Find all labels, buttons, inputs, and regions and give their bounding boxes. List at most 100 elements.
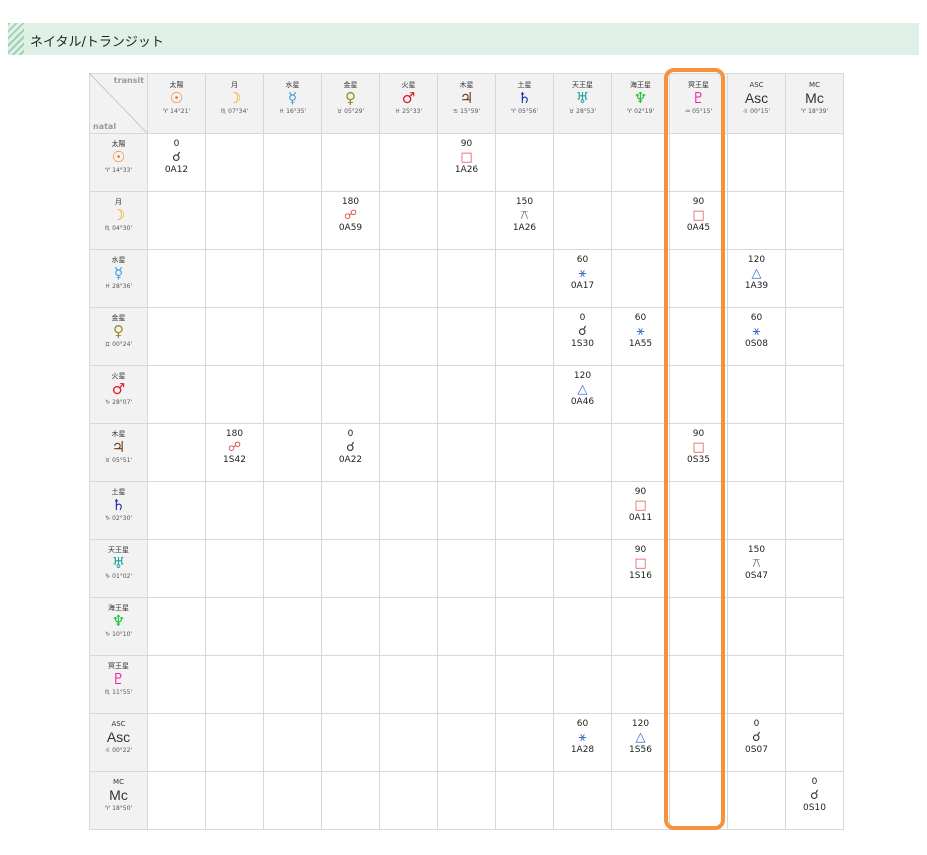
section-header: ネイタル/トランジット xyxy=(8,23,919,55)
transit-planet-symbol-icon: ♀ xyxy=(345,89,356,107)
aspect-cell: 90 □ 1A26 xyxy=(437,133,496,192)
aspect-cell xyxy=(785,423,844,482)
aspect-symbol-icon: □ xyxy=(692,440,705,455)
transit-planet-symbol-icon: ♇ xyxy=(691,89,706,107)
natal-header-5: 木星 ♃ ♉ 05°51' xyxy=(89,423,148,482)
natal-planet-position: ♑ 01°02' xyxy=(104,573,133,580)
aspect-cell xyxy=(147,423,206,482)
aspect-symbol-icon: △ xyxy=(751,266,762,281)
transit-planet-symbol-icon: ♂ xyxy=(401,89,416,107)
aspect-cell xyxy=(263,423,322,482)
aspect-degree: 0 xyxy=(579,313,586,323)
natal-row: 月 ☽ ♏ 04°30' 180 ☍ 0A59 150 ⚻ 1A26 90 □ 0A45 xyxy=(89,191,844,250)
aspect-cell xyxy=(785,539,844,598)
natal-planet-symbol-icon: ♄ xyxy=(111,496,126,514)
aspect-cell xyxy=(553,481,612,540)
aspect-cell xyxy=(611,133,670,192)
natal-row: 火星 ♂ ♑ 28°07' 120 △ 0A46 xyxy=(89,365,844,424)
aspect-cell xyxy=(263,307,322,366)
aspect-cell xyxy=(611,365,670,424)
aspect-cell xyxy=(147,771,206,830)
natal-header-2: 水星 ☿ ♓ 28°36' xyxy=(89,249,148,308)
aspect-cell: 120 △ 1S56 xyxy=(611,713,670,772)
natal-axis-label: natal xyxy=(93,122,117,131)
aspect-orb: 1S30 xyxy=(571,339,594,349)
aspect-cell xyxy=(147,713,206,772)
aspect-cell xyxy=(379,191,438,250)
aspect-cell xyxy=(611,655,670,714)
natal-row: 太陽 ☉ ♈ 14°33' 0 ☌ 0A12 90 □ 1A26 xyxy=(89,133,844,192)
aspect-degree: 0 xyxy=(753,719,760,729)
natal-header-9: 冥王星 ♇ ♏ 11°55' xyxy=(89,655,148,714)
aspect-cell xyxy=(727,423,786,482)
aspect-cell xyxy=(495,307,554,366)
aspect-cell xyxy=(379,307,438,366)
aspect-cell xyxy=(669,133,728,192)
natal-header-6: 土星 ♄ ♑ 02°30' xyxy=(89,481,148,540)
natal-row: MC Mc ♈ 18°50' 0 ☌ 0S10 xyxy=(89,771,844,830)
aspect-cell: 60 ⚹ 1A28 xyxy=(553,713,612,772)
natal-header-3: 金星 ♀ ♊ 00°24' xyxy=(89,307,148,366)
aspect-cell: 0 ☌ 1S30 xyxy=(553,307,612,366)
aspect-cell xyxy=(785,249,844,308)
aspect-cell: 90 □ 1S16 xyxy=(611,539,670,598)
aspect-cell xyxy=(785,307,844,366)
natal-planet-position: ♑ 10°10' xyxy=(104,631,133,638)
aspect-cell: 60 ⚹ 0A17 xyxy=(553,249,612,308)
aspect-cell xyxy=(727,655,786,714)
aspect-cell xyxy=(437,365,496,424)
aspect-cell xyxy=(147,191,206,250)
aspect-cell xyxy=(147,249,206,308)
natal-row: 天王星 ♅ ♑ 01°02' 90 □ 1S16 150 ⚻ 0S47 xyxy=(89,539,844,598)
aspect-orb: 1S56 xyxy=(629,745,652,755)
aspect-cell xyxy=(321,771,380,830)
transit-planet-symbol-icon: Asc xyxy=(744,90,769,106)
aspect-degree: 0 xyxy=(347,429,354,439)
transit-planet-symbol-icon: ☉ xyxy=(169,89,184,107)
aspect-cell: 120 △ 1A39 xyxy=(727,249,786,308)
aspect-degree: 90 xyxy=(460,139,473,149)
aspect-cell xyxy=(263,771,322,830)
natal-planet-name: MC xyxy=(113,778,124,786)
aspect-orb: 1A28 xyxy=(570,745,595,755)
aspect-symbol-icon: □ xyxy=(460,150,473,165)
aspect-cell xyxy=(495,365,554,424)
aspect-cell: 150 ⚻ 0S47 xyxy=(727,539,786,598)
transit-planet-position: ♈ 02°19' xyxy=(626,108,655,115)
natal-header-7: 天王星 ♅ ♑ 01°02' xyxy=(89,539,148,598)
aspect-cell xyxy=(379,481,438,540)
aspect-orb: 1S16 xyxy=(629,571,652,581)
aspect-cell: 90 □ 0S35 xyxy=(669,423,728,482)
aspect-degree: 60 xyxy=(576,255,589,265)
natal-header-1: 月 ☽ ♏ 04°30' xyxy=(89,191,148,250)
aspect-cell xyxy=(495,655,554,714)
aspect-cell: 0 ☌ 0A12 xyxy=(147,133,206,192)
natal-header-11: MC Mc ♈ 18°50' xyxy=(89,771,148,830)
aspect-degree: 120 xyxy=(631,719,650,729)
aspect-cell xyxy=(727,365,786,424)
natal-planet-symbol-icon: ☉ xyxy=(111,148,126,166)
aspect-cell xyxy=(669,481,728,540)
header-stripe-decoration xyxy=(8,23,24,55)
aspect-degree: 0 xyxy=(173,139,180,149)
aspect-cell xyxy=(437,423,496,482)
aspect-cell xyxy=(205,191,264,250)
transit-header-0: 太陽 ☉ ♈ 14°21' xyxy=(147,73,206,134)
aspect-cell xyxy=(495,133,554,192)
aspect-orb: 0S47 xyxy=(745,571,768,581)
natal-row: 海王星 ♆ ♑ 10°10' xyxy=(89,597,844,656)
aspect-cell xyxy=(553,771,612,830)
natal-planet-position: ♓ 28°36' xyxy=(104,283,133,290)
aspect-cell xyxy=(437,191,496,250)
aspect-cell xyxy=(495,539,554,598)
natal-planet-position: ♈ 14°33' xyxy=(104,167,133,174)
aspect-cell xyxy=(205,307,264,366)
aspect-cell xyxy=(263,481,322,540)
natal-planet-symbol-icon: ♃ xyxy=(111,438,126,456)
aspect-symbol-icon: ⚹ xyxy=(578,730,587,745)
aspect-cell xyxy=(669,539,728,598)
aspect-cell xyxy=(553,597,612,656)
aspect-cell xyxy=(205,597,264,656)
aspect-orb: 0S07 xyxy=(745,745,768,755)
aspect-cell xyxy=(205,655,264,714)
